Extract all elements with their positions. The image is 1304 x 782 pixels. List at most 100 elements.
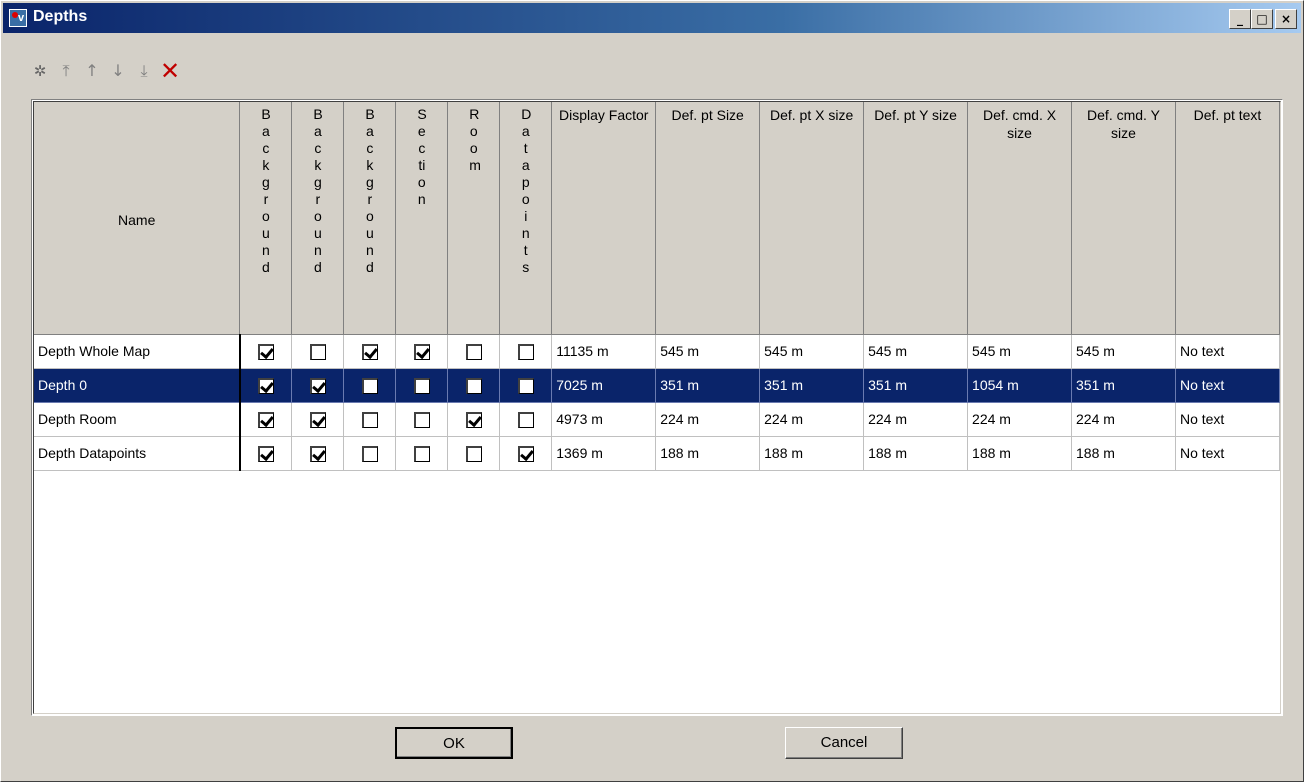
background-1-checkbox[interactable]: [258, 377, 275, 394]
move-to-top-icon[interactable]: ⤒: [55, 59, 77, 83]
close-button[interactable]: ×: [1275, 9, 1297, 29]
cell-pt-text[interactable]: No text: [1175, 402, 1281, 437]
col-header-name[interactable]: Name: [34, 102, 241, 335]
cell-section: [395, 368, 449, 403]
cell-pt-size[interactable]: 224 m: [655, 402, 761, 437]
cell-pt-y[interactable]: 224 m: [863, 402, 969, 437]
background-2-checkbox[interactable]: [309, 377, 326, 394]
section-checkbox[interactable]: [413, 411, 430, 428]
new-item-icon[interactable]: ✲: [29, 59, 51, 83]
section-checkbox[interactable]: [413, 377, 430, 394]
background-3-checkbox[interactable]: [361, 445, 378, 462]
col-header-background-1[interactable]: Background: [239, 102, 293, 335]
cell-pt-x[interactable]: 188 m: [759, 436, 865, 471]
cell-display-factor[interactable]: 1369 m: [551, 436, 657, 471]
table-row[interactable]: Depth Whole Map 11135 m 545 m 545 m 545 m 545…: [34, 334, 1281, 369]
col-header-background-3[interactable]: Background: [343, 102, 397, 335]
datapoints-checkbox[interactable]: [517, 445, 534, 462]
cancel-button[interactable]: Cancel: [785, 727, 903, 759]
header-row: Name Background Background Background Se…: [34, 102, 1281, 335]
delete-icon[interactable]: ✕: [159, 59, 181, 83]
cell-name[interactable]: Depth Room: [34, 402, 241, 437]
room-checkbox[interactable]: [465, 445, 482, 462]
cell-cmd-x[interactable]: 545 m: [967, 334, 1072, 369]
move-up-icon[interactable]: ↑: [81, 59, 103, 83]
datapoints-checkbox[interactable]: [517, 343, 534, 360]
cell-name[interactable]: Depth Whole Map: [34, 334, 241, 369]
depths-table: Name Background Background Background Se…: [34, 102, 1281, 471]
cell-datapoints: [499, 436, 553, 471]
cell-cmd-y[interactable]: 188 m: [1071, 436, 1176, 471]
cell-display-factor[interactable]: 7025 m: [551, 368, 657, 403]
col-header-cmd-x-size[interactable]: Def. cmd. X size: [967, 102, 1072, 335]
cell-pt-text[interactable]: No text: [1175, 436, 1281, 471]
room-checkbox[interactable]: [465, 377, 482, 394]
cell-cmd-y[interactable]: 545 m: [1071, 334, 1176, 369]
col-header-pt-x-size[interactable]: Def. pt X size: [759, 102, 865, 335]
cell-cmd-y[interactable]: 351 m: [1071, 368, 1176, 403]
section-checkbox[interactable]: [413, 343, 430, 360]
col-header-datapoints[interactable]: Datapoints: [499, 102, 553, 335]
cell-pt-text[interactable]: No text: [1175, 368, 1281, 403]
cell-section: [395, 402, 449, 437]
room-checkbox[interactable]: [465, 411, 482, 428]
background-1-checkbox[interactable]: [258, 411, 275, 428]
background-3-checkbox[interactable]: [361, 343, 378, 360]
section-checkbox[interactable]: [413, 445, 430, 462]
col-header-room[interactable]: Room: [447, 102, 501, 335]
title-bar[interactable]: Depths _ □ ×: [3, 3, 1301, 33]
col-header-pt-text[interactable]: Def. pt text: [1175, 102, 1281, 335]
room-checkbox[interactable]: [465, 343, 482, 360]
cell-pt-x[interactable]: 351 m: [759, 368, 865, 403]
cell-background-1: [239, 436, 293, 471]
cell-pt-size[interactable]: 351 m: [655, 368, 761, 403]
cell-cmd-x[interactable]: 224 m: [967, 402, 1072, 437]
datapoints-checkbox[interactable]: [517, 377, 534, 394]
minimize-button[interactable]: _: [1229, 9, 1251, 29]
cell-pt-x[interactable]: 545 m: [759, 334, 865, 369]
cell-background-2: [291, 334, 345, 369]
col-header-section[interactable]: Section: [395, 102, 449, 335]
maximize-button[interactable]: □: [1251, 9, 1273, 29]
col-header-background-2[interactable]: Background: [291, 102, 345, 335]
cell-pt-x[interactable]: 224 m: [759, 402, 865, 437]
cell-pt-size[interactable]: 188 m: [655, 436, 761, 471]
background-3-checkbox[interactable]: [361, 377, 378, 394]
cell-datapoints: [499, 334, 553, 369]
cell-cmd-y[interactable]: 224 m: [1071, 402, 1176, 437]
move-to-bottom-icon[interactable]: ⤓: [133, 59, 155, 83]
cell-pt-y[interactable]: 351 m: [863, 368, 969, 403]
cell-display-factor[interactable]: 11135 m: [551, 334, 657, 369]
background-2-checkbox[interactable]: [309, 445, 326, 462]
cell-display-factor[interactable]: 4973 m: [551, 402, 657, 437]
depths-dialog: Depths _ □ × ✲ ⤒ ↑ ↓ ⤓ ✕ Name Ba: [0, 0, 1304, 782]
cell-pt-y[interactable]: 545 m: [863, 334, 969, 369]
cell-room: [447, 436, 501, 471]
cell-cmd-x[interactable]: 1054 m: [967, 368, 1072, 403]
cell-pt-y[interactable]: 188 m: [863, 436, 969, 471]
table-row[interactable]: Depth 0 7025 m 351 m 351 m 351 m 1054 m 351 mN…: [34, 368, 1281, 403]
cell-section: [395, 436, 449, 471]
cell-cmd-x[interactable]: 188 m: [967, 436, 1072, 471]
background-2-checkbox[interactable]: [309, 343, 326, 360]
background-1-checkbox[interactable]: [258, 343, 275, 360]
cell-pt-text[interactable]: No text: [1175, 334, 1281, 369]
col-header-pt-size[interactable]: Def. pt Size: [655, 102, 761, 335]
table-row[interactable]: Depth Datapoints 1369 m 188 m 188 m 188 m 188…: [34, 436, 1281, 471]
background-3-checkbox[interactable]: [361, 411, 378, 428]
background-1-checkbox[interactable]: [258, 445, 275, 462]
move-down-icon[interactable]: ↓: [107, 59, 129, 83]
cell-room: [447, 402, 501, 437]
col-header-display-factor[interactable]: Display Factor: [551, 102, 657, 335]
cell-pt-size[interactable]: 545 m: [655, 334, 761, 369]
datapoints-checkbox[interactable]: [517, 411, 534, 428]
ok-button[interactable]: OK: [395, 727, 513, 759]
depths-grid[interactable]: Name Background Background Background Se…: [31, 99, 1283, 716]
col-header-pt-y-size[interactable]: Def. pt Y size: [863, 102, 969, 335]
table-row[interactable]: Depth Room 4973 m 224 m 224 m 224 m 224 m 224 …: [34, 402, 1281, 437]
col-header-cmd-y-size[interactable]: Def. cmd. Y size: [1071, 102, 1176, 335]
background-2-checkbox[interactable]: [309, 411, 326, 428]
app-icon: [9, 9, 27, 27]
cell-name[interactable]: Depth Datapoints: [34, 436, 241, 471]
cell-name[interactable]: Depth 0: [34, 368, 241, 403]
